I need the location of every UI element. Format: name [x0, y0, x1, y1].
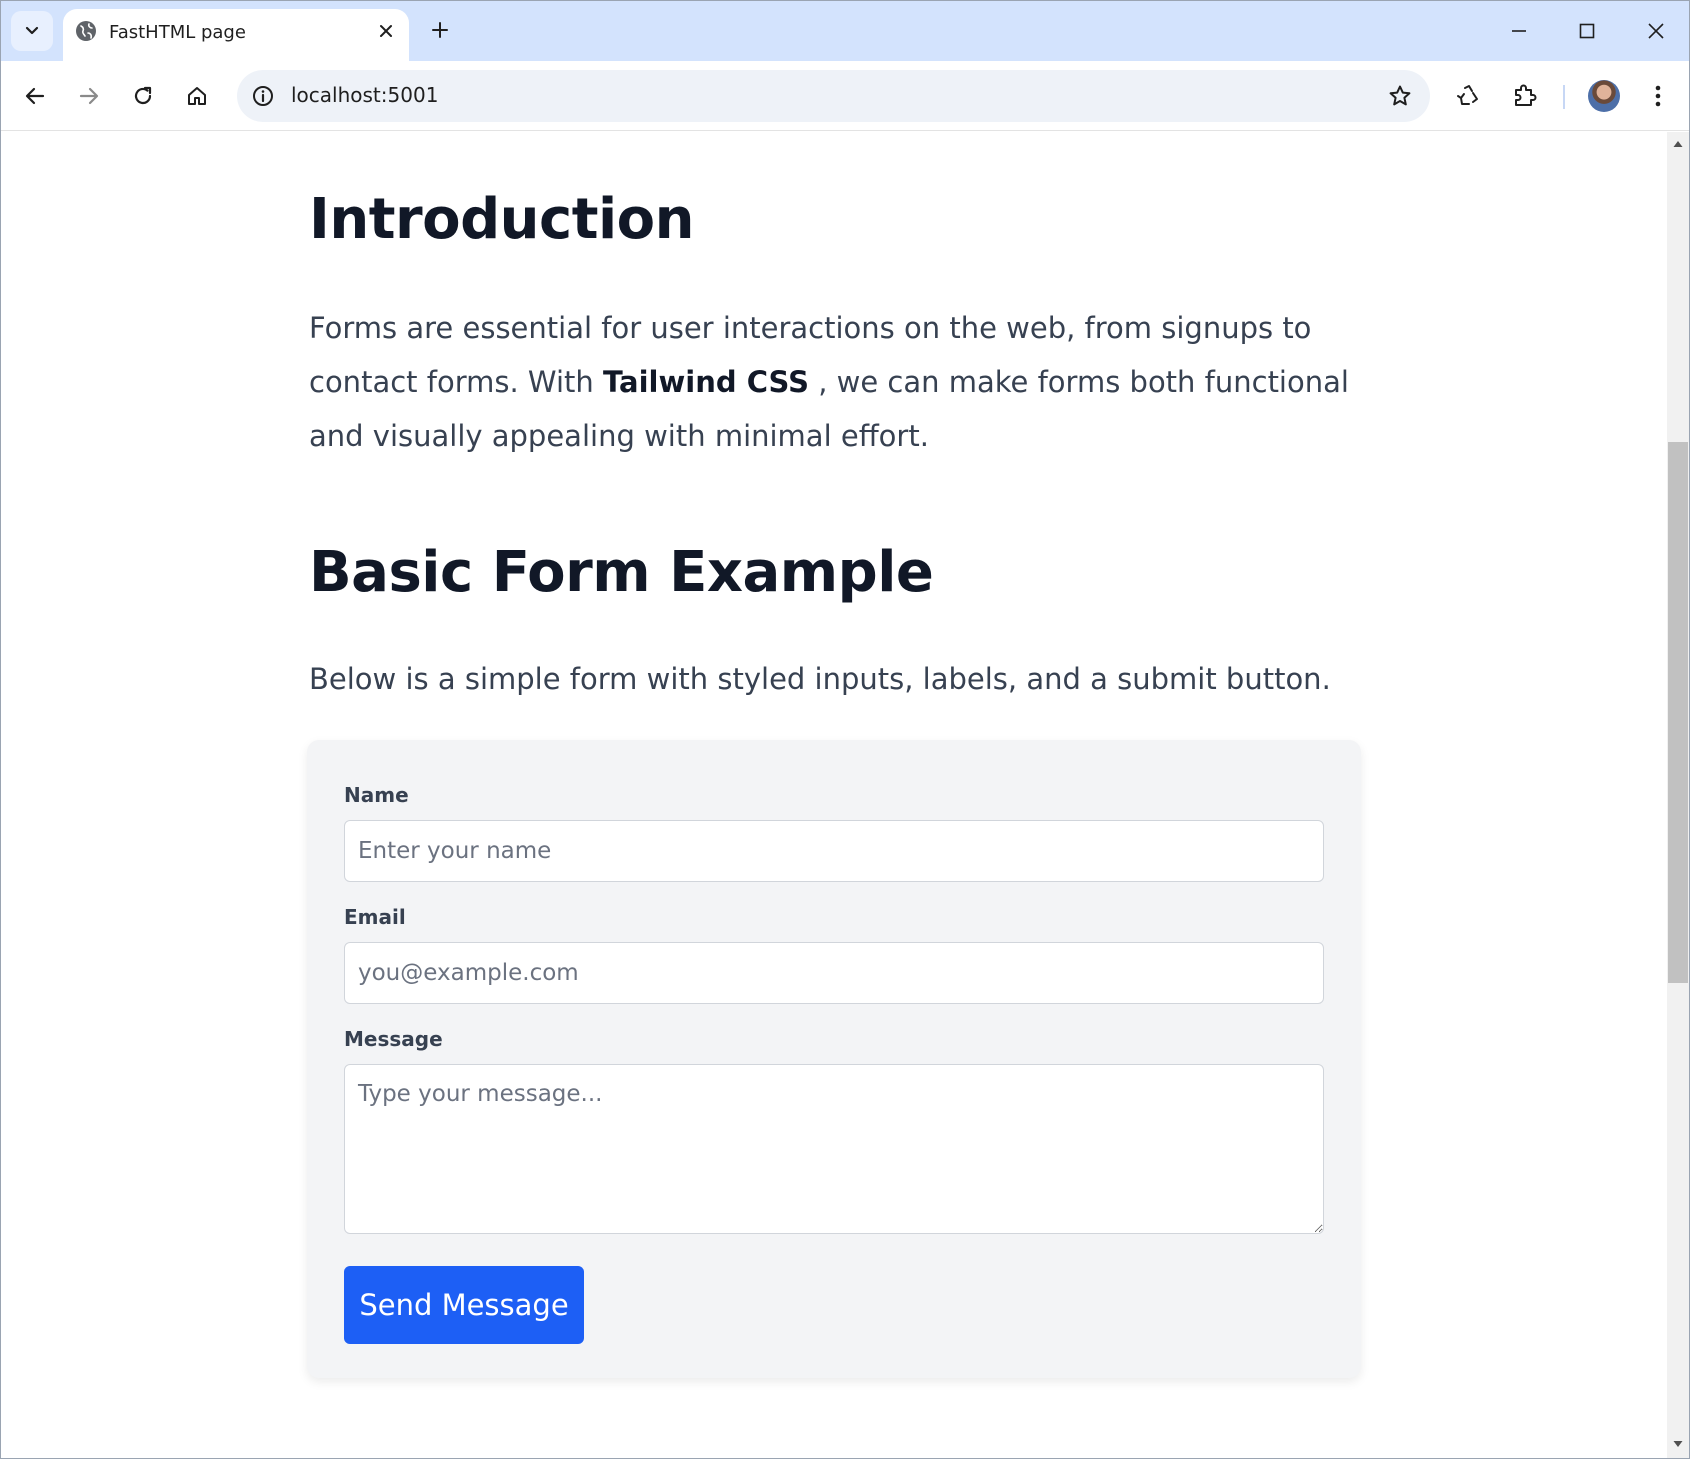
arrow-right-icon — [79, 87, 99, 105]
minimize-button[interactable] — [1501, 13, 1537, 49]
puzzle-icon — [1515, 84, 1537, 106]
reload-icon — [134, 86, 152, 105]
browser-toolbar: localhost:5001 — [1, 61, 1689, 131]
basic-form-description: Below is a simple form with styled input… — [309, 662, 1331, 696]
tab-title: FastHTML page — [109, 22, 246, 43]
name-label: Name — [344, 783, 409, 807]
intro-text-bold: Tailwind CSS — [602, 365, 809, 399]
home-icon — [188, 87, 206, 105]
triangle-up-icon — [1673, 141, 1683, 147]
tab-search-button[interactable] — [11, 11, 53, 51]
send-message-button[interactable]: Send Message — [344, 1266, 584, 1344]
forward-button[interactable] — [69, 76, 109, 116]
name-input[interactable] — [344, 820, 1324, 882]
close-window-button[interactable] — [1638, 13, 1674, 49]
recycle-icon — [1457, 85, 1478, 105]
reload-button[interactable] — [123, 76, 163, 116]
scroll-down-button[interactable] — [1671, 1437, 1685, 1451]
address-bar[interactable]: localhost:5001 — [237, 70, 1430, 122]
basic-form-heading: Basic Form Example — [309, 540, 934, 605]
triangle-down-icon — [1673, 1441, 1683, 1447]
tab-close-button[interactable] — [373, 18, 399, 44]
intro-heading: Introduction — [309, 187, 695, 252]
tab-active[interactable]: FastHTML page — [63, 9, 409, 61]
close-icon — [380, 25, 392, 37]
bookmark-button[interactable] — [1386, 82, 1414, 110]
minimize-icon — [1512, 30, 1526, 32]
email-label: Email — [344, 905, 406, 929]
contact-form: Name Email Message Send Message — [307, 740, 1361, 1378]
toolbar-divider — [1563, 85, 1565, 109]
intro-paragraph: Forms are essential for user interaction… — [309, 301, 1361, 463]
chevron-down-icon — [25, 26, 39, 35]
maximize-icon — [1579, 23, 1595, 39]
url-text[interactable]: localhost:5001 — [291, 83, 438, 107]
recycle-extension-button[interactable] — [1449, 76, 1489, 116]
new-tab-button[interactable] — [425, 15, 455, 45]
arrow-left-icon — [25, 87, 45, 105]
info-icon — [253, 86, 273, 106]
message-label: Message — [344, 1027, 443, 1051]
maximize-button[interactable] — [1569, 13, 1605, 49]
browser-menu-button[interactable] — [1638, 76, 1678, 116]
home-button[interactable] — [177, 76, 217, 116]
plus-icon — [432, 22, 448, 38]
email-input[interactable] — [344, 942, 1324, 1004]
extensions-button[interactable] — [1504, 76, 1544, 116]
globe-icon — [76, 21, 96, 41]
message-textarea[interactable] — [344, 1064, 1324, 1234]
scroll-up-button[interactable] — [1671, 137, 1685, 151]
tab-strip: FastHTML page — [1, 1, 1689, 61]
back-button[interactable] — [15, 76, 55, 116]
close-icon — [1648, 23, 1664, 39]
site-info-button[interactable] — [249, 82, 277, 110]
star-icon — [1389, 85, 1411, 106]
browser-window: FastHTML page localhost:5001 Introductio… — [0, 0, 1690, 1459]
scrollbar-thumb[interactable] — [1668, 442, 1688, 983]
more-vertical-icon — [1655, 85, 1661, 107]
page-viewport: Introduction Forms are essential for use… — [1, 132, 1669, 1458]
profile-avatar[interactable] — [1588, 80, 1620, 112]
